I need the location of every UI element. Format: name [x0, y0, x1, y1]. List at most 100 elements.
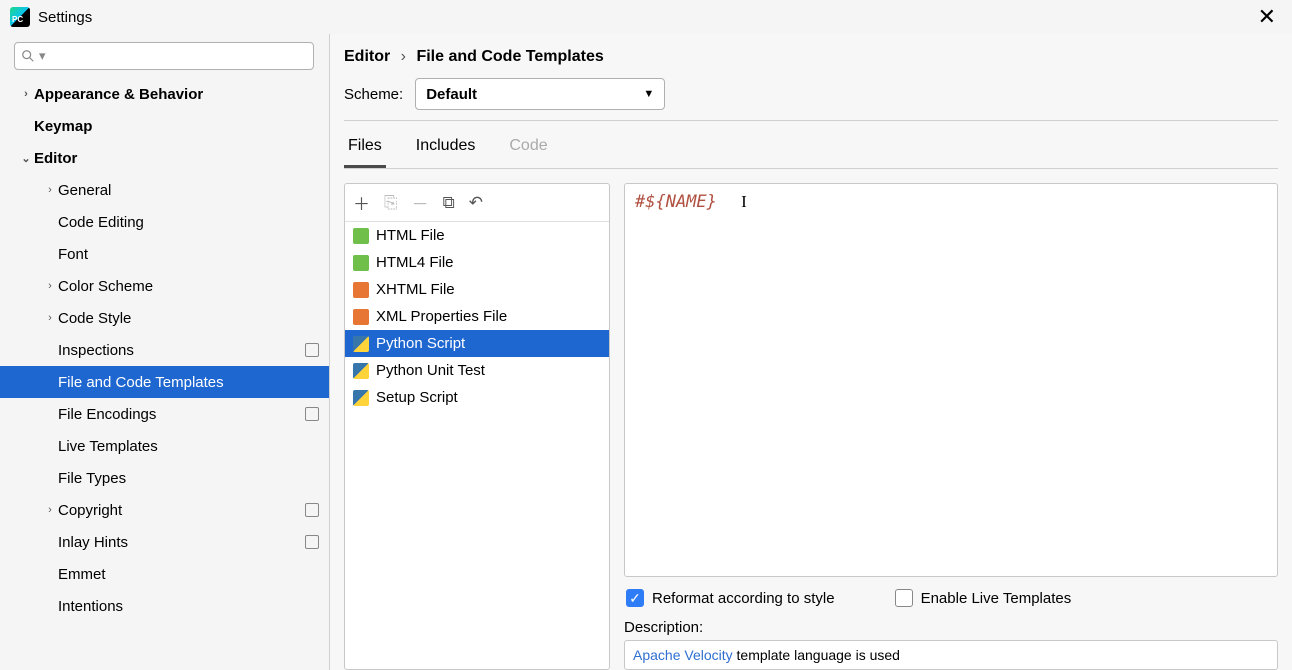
tab-code: Code	[505, 125, 551, 168]
template-item-label: HTML4 File	[376, 254, 454, 271]
add-icon[interactable]: ＋	[353, 190, 370, 215]
sidebar-item-copyright[interactable]: ›Copyright	[0, 494, 329, 526]
sidebar-item-label: File Encodings	[58, 406, 156, 423]
file-type-icon	[353, 282, 369, 298]
reformat-label: Reformat according to style	[652, 590, 835, 607]
breadcrumb: Editor › File and Code Templates	[344, 48, 1278, 66]
sidebar-item-label: General	[58, 182, 111, 199]
sidebar-item-label: Font	[58, 246, 88, 263]
sidebar-item-label: Code Editing	[58, 214, 144, 231]
sidebar-item-label: File and Code Templates	[58, 374, 224, 391]
sidebar-item-label: Inspections	[58, 342, 134, 359]
live-templates-checkbox[interactable]: Enable Live Templates	[895, 589, 1072, 607]
copy-template-icon[interactable]: ⎘	[384, 193, 398, 213]
template-item-xhtml-file[interactable]: XHTML File	[345, 276, 609, 303]
app-icon	[10, 7, 30, 27]
chevron-icon: ›	[42, 312, 58, 324]
main-panel: Editor › File and Code Templates Scheme:…	[330, 34, 1292, 670]
reformat-checkbox[interactable]: ✓ Reformat according to style	[626, 589, 835, 607]
tab-files[interactable]: Files	[344, 125, 386, 168]
breadcrumb-second: File and Code Templates	[416, 48, 603, 65]
template-toolbar: ＋ ⎘ － ⧉ ↶	[345, 184, 609, 222]
sidebar-item-label: File Types	[58, 470, 126, 487]
template-item-html-file[interactable]: HTML File	[345, 222, 609, 249]
checkbox-checked-icon: ✓	[626, 589, 644, 607]
sidebar-item-label: Keymap	[34, 118, 92, 135]
template-item-label: Python Script	[376, 335, 465, 352]
scheme-value: Default	[426, 86, 477, 103]
template-list: HTML File HTML4 File XHTML File XML Propert…	[345, 222, 609, 669]
chevron-icon: ›	[42, 504, 58, 516]
sidebar-item-label: Appearance & Behavior	[34, 86, 203, 103]
chevron-icon: ›	[42, 280, 58, 292]
sidebar-item-file-and-code-templates[interactable]: File and Code Templates	[0, 366, 329, 398]
sidebar-item-color-scheme[interactable]: ›Color Scheme	[0, 270, 329, 302]
file-type-icon	[353, 309, 369, 325]
sidebar-item-live-templates[interactable]: Live Templates	[0, 430, 329, 462]
file-type-icon	[353, 363, 369, 379]
project-badge-icon	[305, 407, 319, 421]
template-item-xml-properties-file[interactable]: XML Properties File	[345, 303, 609, 330]
template-item-label: Python Unit Test	[376, 362, 485, 379]
undo-icon[interactable]: ↶	[469, 193, 483, 213]
file-type-icon	[353, 228, 369, 244]
template-item-label: XHTML File	[376, 281, 455, 298]
template-item-python-unit-test[interactable]: Python Unit Test	[345, 357, 609, 384]
description-text: template language is used	[733, 647, 900, 663]
file-type-icon	[353, 336, 369, 352]
sidebar-item-label: Live Templates	[58, 438, 158, 455]
template-editor[interactable]: #${NAME} I	[624, 183, 1278, 577]
duplicate-icon[interactable]: ⧉	[443, 193, 455, 213]
description-label: Description:	[624, 619, 1278, 636]
sidebar-item-font[interactable]: Font	[0, 238, 329, 270]
remove-icon[interactable]: －	[412, 190, 429, 215]
sidebar-item-appearance-behavior[interactable]: ›Appearance & Behavior	[0, 78, 329, 110]
description-box: Apache Velocity template language is use…	[624, 640, 1278, 670]
sidebar-item-label: Code Style	[58, 310, 131, 327]
sidebar-item-editor[interactable]: ⌄Editor	[0, 142, 329, 174]
file-type-icon	[353, 390, 369, 406]
scheme-select[interactable]: Default ▼	[415, 78, 665, 110]
template-tabs: Files Includes Code	[344, 125, 1278, 169]
settings-tree: ›Appearance & BehaviorKeymap⌄Editor›Gene…	[0, 78, 329, 670]
template-item-html4-file[interactable]: HTML4 File	[345, 249, 609, 276]
sidebar-item-inlay-hints[interactable]: Inlay Hints	[0, 526, 329, 558]
sidebar-item-label: Emmet	[58, 566, 106, 583]
chevron-icon: ›	[42, 184, 58, 196]
template-item-label: Setup Script	[376, 389, 458, 406]
template-item-python-script[interactable]: Python Script	[345, 330, 609, 357]
sidebar-item-label: Editor	[34, 150, 77, 167]
close-icon[interactable]: ✕	[1252, 4, 1282, 30]
sidebar-item-inspections[interactable]: Inspections	[0, 334, 329, 366]
search-input[interactable]: ▾	[14, 42, 314, 70]
tab-includes[interactable]: Includes	[412, 125, 480, 168]
template-item-label: HTML File	[376, 227, 445, 244]
chevron-icon: ⌄	[18, 152, 34, 165]
sidebar-item-label: Intentions	[58, 598, 123, 615]
sidebar-item-file-encodings[interactable]: File Encodings	[0, 398, 329, 430]
file-type-icon	[353, 255, 369, 271]
editor-content: #${NAME}	[635, 192, 717, 212]
template-item-setup-script[interactable]: Setup Script	[345, 384, 609, 411]
template-item-label: XML Properties File	[376, 308, 507, 325]
sidebar-item-keymap[interactable]: Keymap	[0, 110, 329, 142]
sidebar-item-code-editing[interactable]: Code Editing	[0, 206, 329, 238]
window-title: Settings	[38, 9, 92, 26]
chevron-icon: ›	[18, 88, 34, 100]
project-badge-icon	[305, 343, 319, 357]
search-icon	[21, 49, 35, 63]
sidebar-item-general[interactable]: ›General	[0, 174, 329, 206]
scheme-label: Scheme:	[344, 86, 403, 103]
apache-velocity-link[interactable]: Apache Velocity	[633, 647, 733, 663]
sidebar-item-label: Color Scheme	[58, 278, 153, 295]
chevron-down-icon: ▼	[643, 88, 654, 100]
sidebar-item-label: Inlay Hints	[58, 534, 128, 551]
sidebar-item-label: Copyright	[58, 502, 122, 519]
breadcrumb-first[interactable]: Editor	[344, 48, 390, 65]
project-badge-icon	[305, 503, 319, 517]
sidebar-item-code-style[interactable]: ›Code Style	[0, 302, 329, 334]
sidebar-item-file-types[interactable]: File Types	[0, 462, 329, 494]
live-templates-label: Enable Live Templates	[921, 590, 1072, 607]
sidebar-item-emmet[interactable]: Emmet	[0, 558, 329, 590]
sidebar-item-intentions[interactable]: Intentions	[0, 590, 329, 622]
